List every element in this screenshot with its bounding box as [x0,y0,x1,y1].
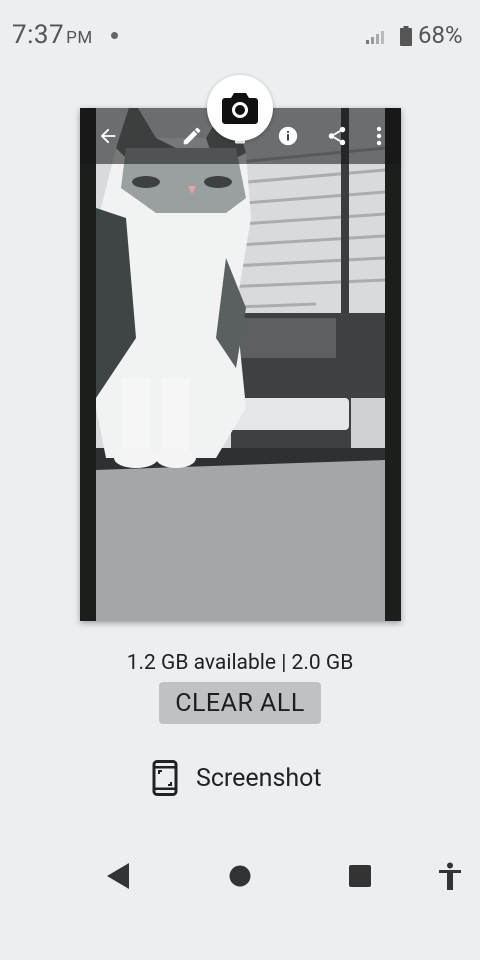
more-vert-icon[interactable] [365,122,393,150]
time-ampm: PM [66,28,93,48]
share-icon[interactable] [323,122,351,150]
battery-percent: 68% [418,21,463,49]
signal-icon [366,31,384,44]
navigation-bar [0,848,480,904]
status-bar: 7:37 PM 68% [0,0,480,70]
cat-photo [96,108,385,621]
clear-all-button[interactable]: CLEAR ALL [159,682,321,724]
recents-square-icon[interactable] [342,860,378,892]
phone-screenshot-icon [152,760,178,796]
time-value: 7:37 [12,20,65,50]
storage-info: 1.2 GB available | 2.0 GB [126,651,354,675]
notification-dot-icon [111,32,118,39]
home-circle-icon[interactable] [222,860,258,892]
screenshot-preview[interactable] [80,108,401,621]
screenshot-button[interactable]: Screenshot [152,758,322,798]
camera-fab-button[interactable] [207,75,273,141]
battery-icon [400,26,412,46]
info-icon[interactable] [274,122,302,150]
back-triangle-icon[interactable] [100,860,136,892]
edit-pencil-icon[interactable] [178,122,206,150]
back-arrow-icon[interactable] [94,122,122,150]
accessibility-icon[interactable] [432,860,468,892]
screenshot-label: Screenshot [196,763,322,793]
camera-icon [222,93,258,124]
status-time: 7:37 PM [12,20,93,50]
